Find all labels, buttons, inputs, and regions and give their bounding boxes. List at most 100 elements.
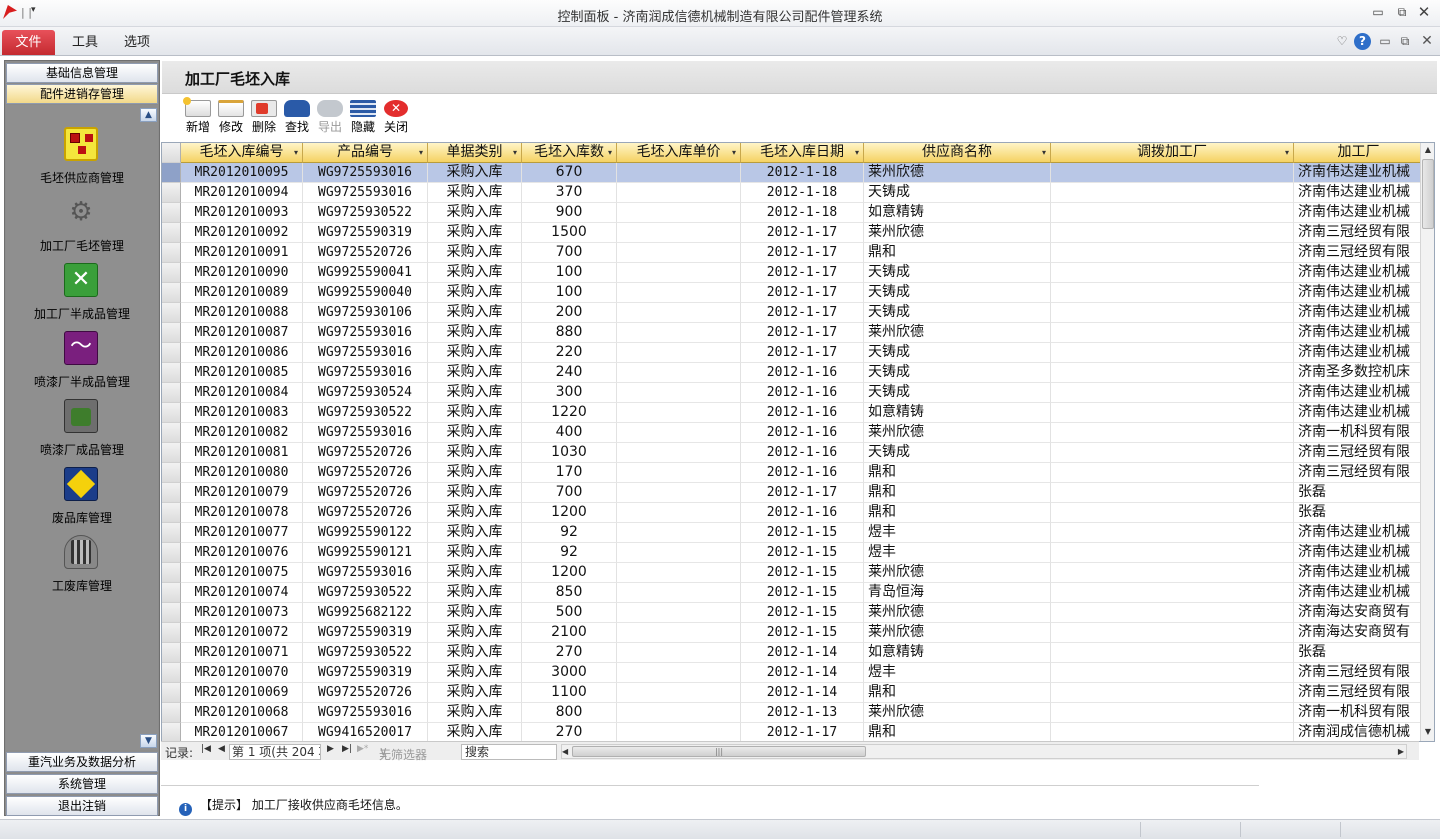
- col-factory-cell[interactable]: 济南伟达建业机械: [1294, 163, 1424, 183]
- table-row[interactable]: MR2012010067 WG9416520017 采购入库 270 2012-1-17…: [162, 723, 1424, 741]
- row-selector[interactable]: [162, 603, 181, 623]
- col-blank-inbound-no-cell[interactable]: MR2012010077: [181, 523, 303, 543]
- table-row[interactable]: MR2012010095 WG9725593016 采购入库 670 2012-1-18…: [162, 163, 1424, 183]
- col-transfer-factory-cell[interactable]: [1051, 563, 1294, 583]
- col-supplier-cell[interactable]: 如意精铸: [864, 643, 1051, 663]
- col-factory-cell[interactable]: 济南伟达建业机械: [1294, 303, 1424, 323]
- col-factory-cell[interactable]: 济南三冠经贸有限: [1294, 463, 1424, 483]
- col-factory-cell[interactable]: 济南伟达建业机械: [1294, 263, 1424, 283]
- col-supplier-cell[interactable]: 莱州欣德: [864, 423, 1051, 443]
- row-selector[interactable]: [162, 363, 181, 383]
- col-transfer-factory-cell[interactable]: [1051, 463, 1294, 483]
- col-doc-type-cell[interactable]: 采购入库: [428, 483, 522, 503]
- sort-dropdown-icon[interactable]: ▾: [855, 143, 859, 162]
- col-unit-price-cell[interactable]: [617, 443, 741, 463]
- col-unit-price-cell[interactable]: [617, 423, 741, 443]
- col-product-no-cell[interactable]: WG9925590122: [303, 523, 428, 543]
- col-product-no-cell[interactable]: WG9725930522: [303, 203, 428, 223]
- col-doc-type-cell[interactable]: 采购入库: [428, 683, 522, 703]
- row-selector[interactable]: [162, 543, 181, 563]
- row-selector[interactable]: [162, 683, 181, 703]
- row-selector[interactable]: [162, 283, 181, 303]
- col-product-no-cell[interactable]: WG9725590319: [303, 663, 428, 683]
- col-inbound-qty-cell[interactable]: 200: [522, 303, 617, 323]
- table-row[interactable]: MR2012010084 WG9725930524 采购入库 300 2012-1-16…: [162, 383, 1424, 403]
- record-position-field[interactable]: 第 1 项(共 204 项): [229, 744, 321, 760]
- col-doc-type-cell[interactable]: 采购入库: [428, 563, 522, 583]
- col-transfer-factory-cell[interactable]: [1051, 583, 1294, 603]
- col-inbound-qty-cell[interactable]: 2100: [522, 623, 617, 643]
- col-inbound-date-cell[interactable]: 2012-1-17: [741, 263, 864, 283]
- horizontal-scrollbar[interactable]: ◀ ||| ▶: [561, 744, 1407, 759]
- col-blank-inbound-no-cell[interactable]: MR2012010078: [181, 503, 303, 523]
- table-row[interactable]: MR2012010071 WG9725930522 采购入库 270 2012-1-14…: [162, 643, 1424, 663]
- col-supplier-cell[interactable]: 鼎和: [864, 503, 1051, 523]
- row-selector[interactable]: [162, 203, 181, 223]
- document-minimize-button[interactable]: ▭: [1377, 32, 1393, 50]
- col-supplier-cell[interactable]: 如意精铸: [864, 203, 1051, 223]
- row-selector[interactable]: [162, 463, 181, 483]
- col-factory-cell[interactable]: 济南伟达建业机械: [1294, 543, 1424, 563]
- col-blank-inbound-no-cell[interactable]: MR2012010083: [181, 403, 303, 423]
- col-inbound-qty-header[interactable]: 毛坯入库数 ▾: [522, 143, 617, 163]
- col-transfer-factory-cell[interactable]: [1051, 163, 1294, 183]
- col-doc-type-cell[interactable]: 采购入库: [428, 243, 522, 263]
- col-transfer-factory-cell[interactable]: [1051, 323, 1294, 343]
- col-inbound-date-cell[interactable]: 2012-1-18: [741, 163, 864, 183]
- row-selector[interactable]: [162, 163, 181, 183]
- nav-item-factory-semi[interactable]: ✕ 加工厂半成品管理: [6, 263, 158, 331]
- col-inbound-date-cell[interactable]: 2012-1-16: [741, 363, 864, 383]
- col-supplier-cell[interactable]: 莱州欣德: [864, 563, 1051, 583]
- sort-dropdown-icon[interactable]: ▾: [732, 143, 736, 162]
- col-product-no-cell[interactable]: WG9725593016: [303, 323, 428, 343]
- col-factory-cell[interactable]: 济南伟达建业机械: [1294, 283, 1424, 303]
- col-doc-type-cell[interactable]: 采购入库: [428, 343, 522, 363]
- col-inbound-qty-cell[interactable]: 240: [522, 363, 617, 383]
- row-selector[interactable]: [162, 723, 181, 741]
- col-inbound-qty-cell[interactable]: 3000: [522, 663, 617, 683]
- col-inbound-date-cell[interactable]: 2012-1-15: [741, 603, 864, 623]
- col-doc-type-cell[interactable]: 采购入库: [428, 263, 522, 283]
- col-doc-type-cell[interactable]: 采购入库: [428, 703, 522, 723]
- add-button[interactable]: 新增: [181, 97, 215, 134]
- nav-scroll-up-button[interactable]: ▲: [140, 108, 157, 122]
- col-product-no-cell[interactable]: WG9725593016: [303, 343, 428, 363]
- table-row[interactable]: MR2012010085 WG9725593016 采购入库 240 2012-1-16…: [162, 363, 1424, 383]
- col-product-no-cell[interactable]: WG9725520726: [303, 443, 428, 463]
- col-factory-cell[interactable]: 济南圣多数控机床: [1294, 363, 1424, 383]
- col-factory-cell[interactable]: 张磊: [1294, 503, 1424, 523]
- col-unit-price-cell[interactable]: [617, 623, 741, 643]
- sort-dropdown-icon[interactable]: ▾: [294, 143, 298, 162]
- row-selector[interactable]: [162, 403, 181, 423]
- col-transfer-factory-cell[interactable]: [1051, 263, 1294, 283]
- col-unit-price-cell[interactable]: [617, 643, 741, 663]
- col-factory-cell[interactable]: 济南伟达建业机械: [1294, 343, 1424, 363]
- col-blank-inbound-no-cell[interactable]: MR2012010091: [181, 243, 303, 263]
- col-unit-price-header[interactable]: 毛坯入库单价 ▾: [617, 143, 741, 163]
- col-factory-cell[interactable]: 济南一机科贸有限: [1294, 423, 1424, 443]
- col-blank-inbound-no-cell[interactable]: MR2012010093: [181, 203, 303, 223]
- table-row[interactable]: MR2012010093 WG9725930522 采购入库 900 2012-1-18…: [162, 203, 1424, 223]
- col-product-no-cell[interactable]: WG9725520726: [303, 683, 428, 703]
- col-inbound-qty-cell[interactable]: 670: [522, 163, 617, 183]
- last-record-button[interactable]: ▶|: [342, 744, 352, 754]
- table-row[interactable]: MR2012010087 WG9725593016 采购入库 880 2012-1-17…: [162, 323, 1424, 343]
- col-inbound-date-cell[interactable]: 2012-1-15: [741, 523, 864, 543]
- col-factory-cell[interactable]: 济南海达安商贸有: [1294, 623, 1424, 643]
- col-inbound-qty-cell[interactable]: 800: [522, 703, 617, 723]
- col-product-no-cell[interactable]: WG9725590319: [303, 623, 428, 643]
- col-doc-type-cell[interactable]: 采购入库: [428, 643, 522, 663]
- col-doc-type-cell[interactable]: 采购入库: [428, 283, 522, 303]
- col-unit-price-cell[interactable]: [617, 183, 741, 203]
- table-row[interactable]: MR2012010094 WG9725593016 采购入库 370 2012-1-18…: [162, 183, 1424, 203]
- col-transfer-factory-cell[interactable]: [1051, 683, 1294, 703]
- col-inbound-date-cell[interactable]: 2012-1-14: [741, 663, 864, 683]
- col-supplier-cell[interactable]: 莱州欣德: [864, 703, 1051, 723]
- nav-group-system[interactable]: 系统管理: [6, 774, 158, 794]
- col-transfer-factory-cell[interactable]: [1051, 523, 1294, 543]
- col-inbound-qty-cell[interactable]: 1030: [522, 443, 617, 463]
- col-doc-type-cell[interactable]: 采购入库: [428, 383, 522, 403]
- col-product-no-cell[interactable]: WG9925590040: [303, 283, 428, 303]
- col-unit-price-cell[interactable]: [617, 263, 741, 283]
- row-selector[interactable]: [162, 663, 181, 683]
